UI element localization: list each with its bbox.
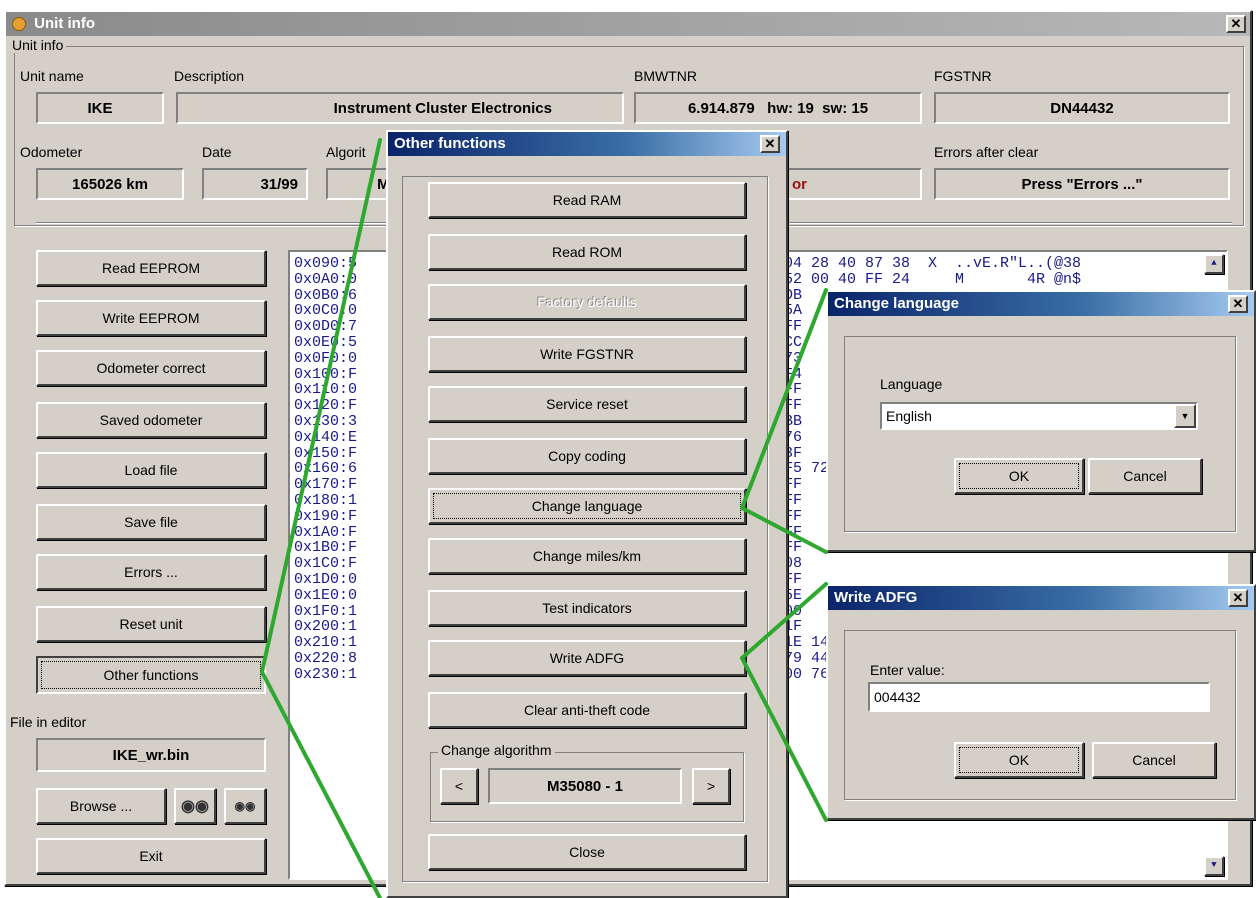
unit-name-field: IKE [36,92,164,124]
odometer-field: 165026 km [36,168,184,200]
close-icon[interactable]: ✕ [1228,589,1248,607]
unit-info-group-label: Unit info [12,37,67,53]
errors-after-clear-label: Errors after clear [934,144,1039,160]
other-function-button[interactable]: Copy coding [428,438,746,474]
date-label: Date [202,144,232,160]
bmwtnr-label: BMWTNR [634,68,697,84]
unit-info-titlebar: Unit info [6,12,1250,36]
write-adfg-dialog: Write ADFG ✕ Enter value: 004432 OK Canc… [826,584,1256,820]
odometer-label: Odometer [20,144,83,160]
hex-data-line: 52 00 40 FF 24 M 4R @n$ [784,270,1082,288]
find-next-icon[interactable]: ◉◉ [224,788,266,824]
unit-name-label: Unit name [20,68,84,84]
other-function-button[interactable]: Read ROM [428,234,746,270]
dialog-title: Other functions [394,135,506,152]
dialog-title: Write ADFG [834,589,918,606]
language-group [844,336,1236,532]
other-function-button[interactable]: Write ADFG [428,640,746,676]
enter-value-label: Enter value: [870,662,945,678]
algorithm-value-field: M35080 - 1 [488,768,682,804]
description-label: Description [174,68,245,84]
status-text: or [792,175,807,193]
errors-after-clear-field: Press "Errors ..." [934,168,1230,200]
bmwtnr-field: 6.914.879 hw: 19 sw: 15 [634,92,922,124]
app-icon [12,17,26,32]
window-title: Unit info [34,15,95,32]
other-function-button[interactable]: Change miles/km [428,538,746,574]
change-algorithm-label: Change algorithm [438,742,555,758]
reset-unit-button[interactable]: Reset unit [36,606,266,642]
scroll-up-icon[interactable]: ▲ [1204,254,1224,274]
cancel-button[interactable]: Cancel [1092,742,1216,778]
other-function-button[interactable]: Factory defaults [428,284,746,320]
read-eeprom-button[interactable]: Read EEPROM [36,250,266,286]
hex-data-line: 08 [784,555,803,573]
algorithm-label: Algorit [326,144,366,160]
ok-button[interactable]: OK [954,742,1084,778]
chevron-down-icon[interactable]: ▼ [1174,404,1196,428]
other-functions-titlebar: Other functions [388,132,786,156]
file-in-editor-field: IKE_wr.bin [36,738,266,772]
description-field: Instrument Cluster Electronics [176,92,624,124]
cancel-button[interactable]: Cancel [1088,458,1202,494]
other-function-button[interactable]: Read RAM [428,182,746,218]
language-label: Language [880,376,943,392]
fgstnr-field: DN44432 [934,92,1230,124]
odometer-correct-button[interactable]: Odometer correct [36,350,266,386]
close-icon[interactable]: ✕ [1226,15,1246,33]
other-function-button[interactable]: Service reset [428,386,746,422]
exit-button[interactable]: Exit [36,838,266,874]
close-button[interactable]: Close [428,834,746,870]
status-field: or [784,168,922,200]
dialog-title: Change language [834,295,960,312]
date-field: 31/99 [202,168,308,200]
saved-odometer-button[interactable]: Saved odometer [36,402,266,438]
file-in-editor-label: File in editor [10,714,87,730]
language-select[interactable]: English ▼ [880,402,1198,430]
load-file-button[interactable]: Load file [36,452,266,488]
fgstnr-label: FGSTNR [934,68,992,84]
change-language-dialog: Change language ✕ Language English ▼ OK … [826,290,1256,552]
close-icon[interactable]: ✕ [1228,295,1248,313]
other-function-button[interactable]: Change language [428,488,746,524]
other-function-button[interactable]: Clear anti-theft code [428,692,746,728]
adfg-value-input[interactable]: 004432 [868,682,1210,712]
find-icon[interactable]: ◉◉ [174,788,216,824]
close-icon[interactable]: ✕ [760,135,780,153]
errors-button[interactable]: Errors ... [36,554,266,590]
algorithm-prev-button[interactable]: < [440,768,478,804]
other-functions-dialog: Other functions ✕ Change algorithm < M35… [386,130,788,898]
save-file-button[interactable]: Save file [36,504,266,540]
ok-button[interactable]: OK [954,458,1084,494]
algorithm-next-button[interactable]: > [692,768,730,804]
change-language-titlebar: Change language [828,292,1254,316]
binoculars-next-icon: ◉◉ [234,799,256,813]
other-functions-button[interactable]: Other functions [36,656,266,694]
binoculars-icon: ◉◉ [181,798,209,815]
scroll-down-icon[interactable]: ▼ [1204,856,1224,876]
write-eeprom-button[interactable]: Write EEPROM [36,300,266,336]
write-adfg-titlebar: Write ADFG [828,586,1254,610]
other-function-button[interactable]: Test indicators [428,590,746,626]
language-selected-value: English [886,408,932,424]
other-function-button[interactable]: Write FGSTNR [428,336,746,372]
hex-data-line: 04 28 40 87 38 X ..vE.R"L..(@38 [784,255,1082,272]
browse-button[interactable]: Browse ... [36,788,166,824]
